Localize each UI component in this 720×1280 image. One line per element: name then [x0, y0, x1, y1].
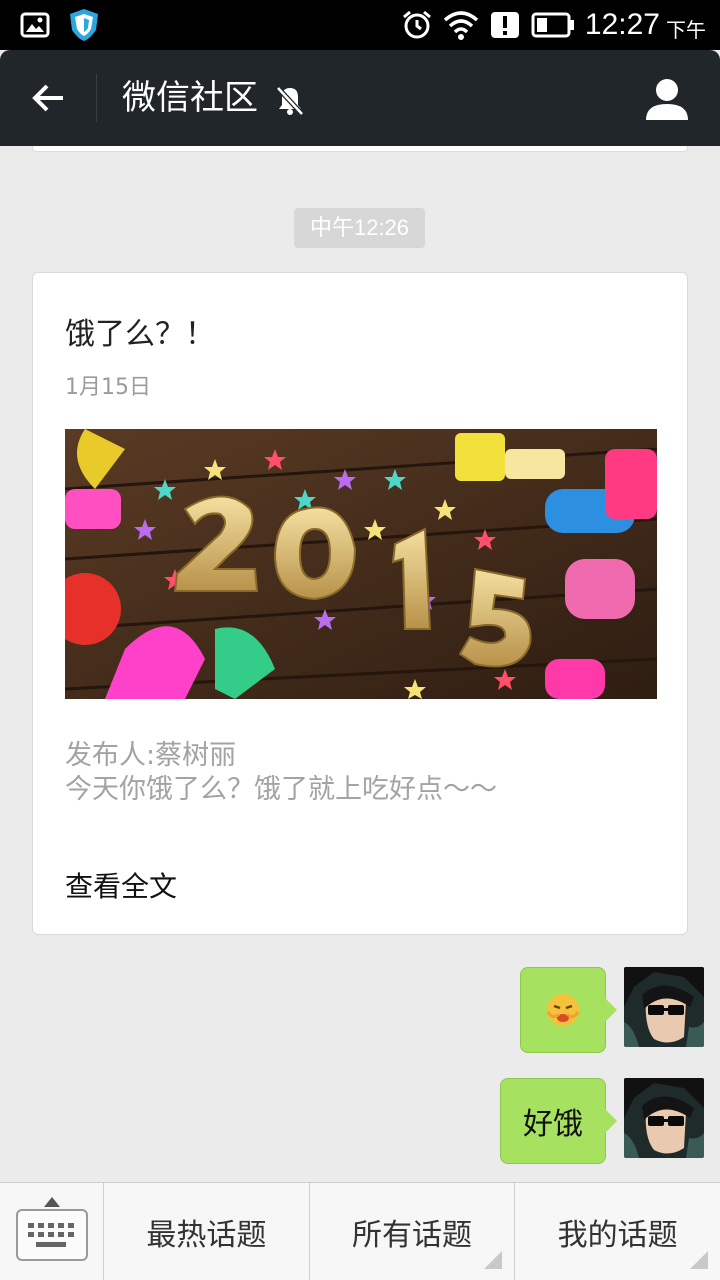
submenu-indicator-icon [484, 1251, 503, 1269]
message-text: 好饿 [523, 1107, 583, 1142]
chat-info-button[interactable] [644, 76, 690, 122]
message-bubble[interactable]: 好饿 [500, 1078, 617, 1164]
status-bar: 12:27 下午 [0, 0, 720, 50]
menu-tab-my-topics[interactable]: 我的话题 [515, 1183, 720, 1280]
status-time: 12:27 [584, 8, 660, 41]
caret-up-icon [44, 1197, 60, 1207]
battery-icon [531, 12, 574, 38]
article-cover-image [65, 429, 657, 699]
outgoing-message [520, 967, 704, 1053]
article-title: 饿了么？！ [65, 317, 215, 352]
article-description: 今天你饿了么？饿了就上吃好点～～ [65, 774, 497, 805]
menu-tab-label: 所有话题 [352, 1218, 472, 1253]
back-arrow-icon [32, 84, 63, 112]
user-avatar[interactable] [624, 1078, 704, 1158]
alarm-icon [402, 10, 431, 39]
app-bar-divider [96, 74, 97, 122]
mute-bell-icon [276, 86, 304, 116]
chat-title: 微信社区 [122, 78, 258, 118]
person-icon [646, 79, 688, 120]
menu-tab-label: 最热话题 [146, 1218, 267, 1253]
back-button[interactable] [20, 72, 76, 124]
chat-area[interactable]: 中午12:26 饿了么？！ 1月15日 发布人:蔡树丽 今天你饿了么？饿了就上吃… [0, 146, 720, 1182]
keyboard-toggle-button[interactable] [0, 1183, 104, 1280]
message-bubble[interactable] [520, 967, 617, 1053]
app-bar: 微信社区 [0, 50, 720, 146]
status-ampm: 下午 [666, 17, 706, 42]
article-date: 1月15日 [65, 375, 151, 400]
gallery-notification-icon [20, 12, 50, 38]
hungry-face-emoji-icon [546, 994, 580, 1026]
submenu-indicator-icon [690, 1251, 709, 1269]
menu-tab-hot-topics[interactable]: 最热话题 [104, 1183, 310, 1280]
bottom-menu-bar: 最热话题 所有话题 我的话题 [0, 1182, 720, 1280]
keyboard-icon [16, 1209, 88, 1261]
security-shield-icon [70, 9, 98, 41]
menu-tab-label: 我的话题 [557, 1218, 678, 1253]
wifi-icon [443, 11, 479, 40]
article-card[interactable]: 饿了么？！ 1月15日 发布人:蔡树丽 今天你饿了么？饿了就上吃好点～～ 查看全… [32, 272, 688, 935]
message-timestamp: 中午12:26 [294, 208, 425, 248]
sim-alert-icon [490, 12, 519, 38]
user-avatar[interactable] [624, 967, 704, 1047]
outgoing-message: 好饿 [500, 1078, 704, 1164]
read-full-article-link[interactable]: 查看全文 [65, 865, 177, 905]
menu-tab-all-topics[interactable]: 所有话题 [310, 1183, 516, 1280]
previous-card-edge [32, 146, 688, 152]
